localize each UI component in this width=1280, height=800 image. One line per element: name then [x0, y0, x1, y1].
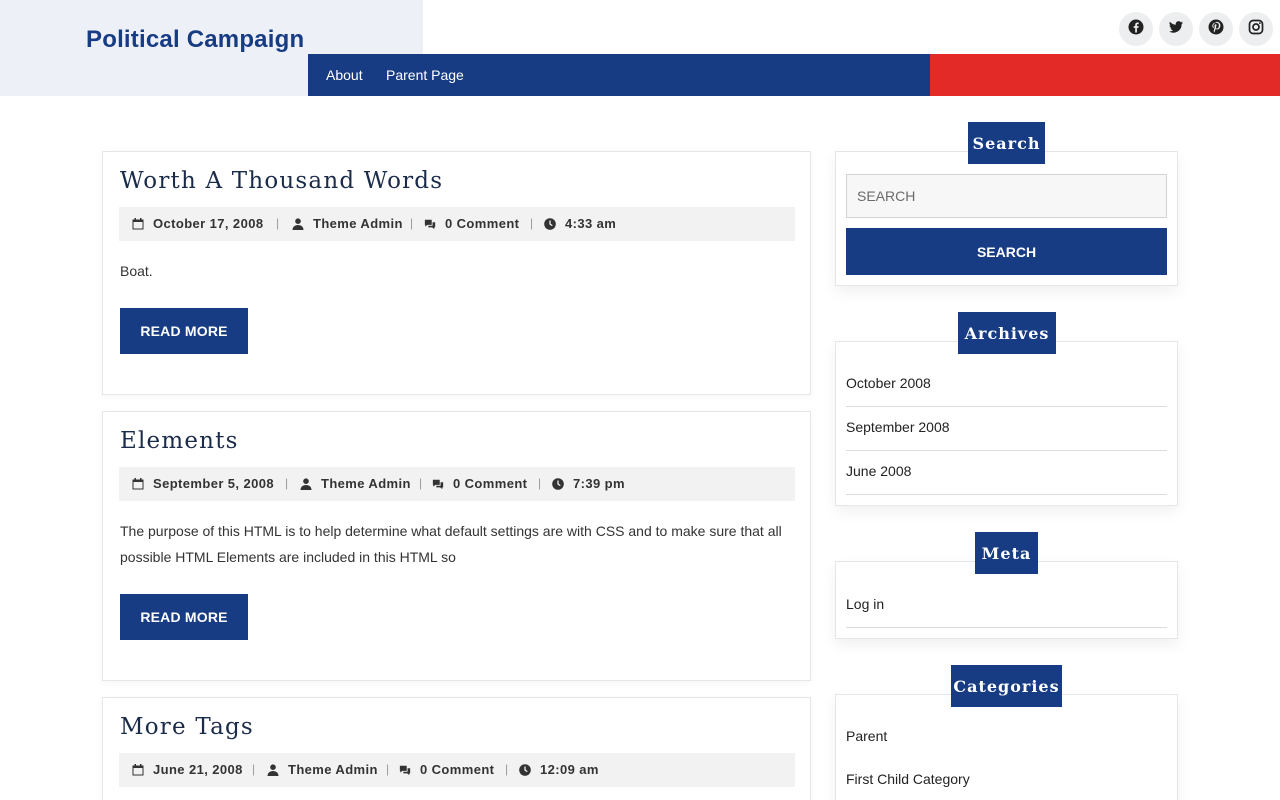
comments-icon: [432, 479, 444, 489]
post-time: 12:09 am: [519, 762, 599, 777]
nav-item-parent-page[interactable]: Parent Page: [386, 67, 464, 83]
categories-widget-title: Categories: [951, 665, 1062, 707]
divider: [846, 406, 1167, 407]
post-card: Worth A Thousand Words October 17, 2008 …: [102, 151, 811, 395]
search-button[interactable]: SEARCH: [846, 228, 1167, 275]
post-meta: September 5, 2008 | Theme Admin | 0 Comm…: [119, 467, 795, 501]
archive-link[interactable]: September 2008: [846, 419, 1167, 435]
post-author[interactable]: Theme Admin: [267, 762, 378, 777]
post-title[interactable]: Elements: [120, 428, 239, 454]
meta-separator: |: [530, 216, 534, 230]
post-date[interactable]: October 17, 2008: [132, 216, 263, 231]
post-title[interactable]: Worth A Thousand Words: [120, 168, 443, 194]
divider: [846, 450, 1167, 451]
twitter-link[interactable]: [1159, 12, 1193, 46]
meta-separator: |: [252, 762, 256, 776]
meta-separator: |: [505, 762, 509, 776]
pinterest-link[interactable]: [1199, 12, 1233, 46]
meta-separator: |: [285, 476, 289, 490]
archive-link[interactable]: June 2008: [846, 463, 1167, 479]
divider: [846, 494, 1167, 495]
pinterest-icon: [1208, 19, 1224, 40]
main-navigation: About Parent Page: [308, 54, 930, 96]
meta-separator: |: [538, 476, 542, 490]
post-card: Elements September 5, 2008 | Theme Admin…: [102, 411, 811, 681]
post-card: More Tags June 21, 2008 | Theme Admin | …: [102, 697, 811, 800]
clock-icon: [519, 763, 531, 776]
post-author[interactable]: Theme Admin: [292, 216, 403, 231]
twitter-icon: [1168, 19, 1184, 40]
meta-separator: |: [410, 216, 414, 230]
search-input[interactable]: [846, 174, 1167, 218]
archive-link[interactable]: October 2008: [846, 375, 1167, 391]
comments-icon: [424, 219, 436, 229]
divider: [846, 627, 1167, 628]
user-icon: [292, 217, 304, 230]
comments-icon: [399, 765, 411, 775]
read-more-button[interactable]: READ MORE: [120, 594, 248, 640]
meta-separator: |: [276, 216, 280, 230]
search-widget-title: Search: [968, 122, 1045, 164]
instagram-link[interactable]: [1239, 12, 1273, 46]
post-date[interactable]: September 5, 2008: [132, 476, 274, 491]
post-time: 4:33 am: [544, 216, 616, 231]
facebook-icon: [1128, 19, 1144, 40]
nav-item-about[interactable]: About: [326, 67, 363, 83]
facebook-link[interactable]: [1119, 12, 1153, 46]
category-link[interactable]: Parent: [846, 728, 1167, 744]
nav-accent-bar: [930, 54, 1280, 96]
category-link[interactable]: First Child Category: [846, 771, 1167, 787]
instagram-icon: [1248, 19, 1264, 40]
clock-icon: [552, 477, 564, 490]
calendar-icon: [132, 763, 144, 775]
user-icon: [300, 477, 312, 490]
read-more-button[interactable]: READ MORE: [120, 308, 248, 354]
post-author[interactable]: Theme Admin: [300, 476, 411, 491]
user-icon: [267, 763, 279, 776]
login-link[interactable]: Log in: [846, 596, 1167, 612]
post-meta: October 17, 2008 | Theme Admin | 0 Comme…: [119, 207, 795, 241]
post-time: 7:39 pm: [552, 476, 625, 491]
site-header: Political Campaign About Parent Page: [0, 0, 1280, 96]
meta-separator: |: [419, 476, 423, 490]
calendar-icon: [132, 217, 144, 229]
post-excerpt: Boat.: [120, 263, 153, 279]
post-meta: June 21, 2008 | Theme Admin | 0 Comment …: [119, 753, 795, 787]
calendar-icon: [132, 477, 144, 489]
clock-icon: [544, 217, 556, 230]
post-comments[interactable]: 0 Comment: [424, 216, 519, 231]
site-title[interactable]: Political Campaign: [86, 26, 304, 54]
post-comments[interactable]: 0 Comment: [399, 762, 494, 777]
post-date[interactable]: June 21, 2008: [132, 762, 243, 777]
meta-widget-title: Meta: [975, 532, 1038, 574]
archives-widget-title: Archives: [958, 312, 1056, 354]
post-title[interactable]: More Tags: [120, 714, 254, 740]
meta-separator: |: [386, 762, 390, 776]
post-comments[interactable]: 0 Comment: [432, 476, 527, 491]
post-excerpt: The purpose of this HTML is to help dete…: [120, 523, 782, 565]
